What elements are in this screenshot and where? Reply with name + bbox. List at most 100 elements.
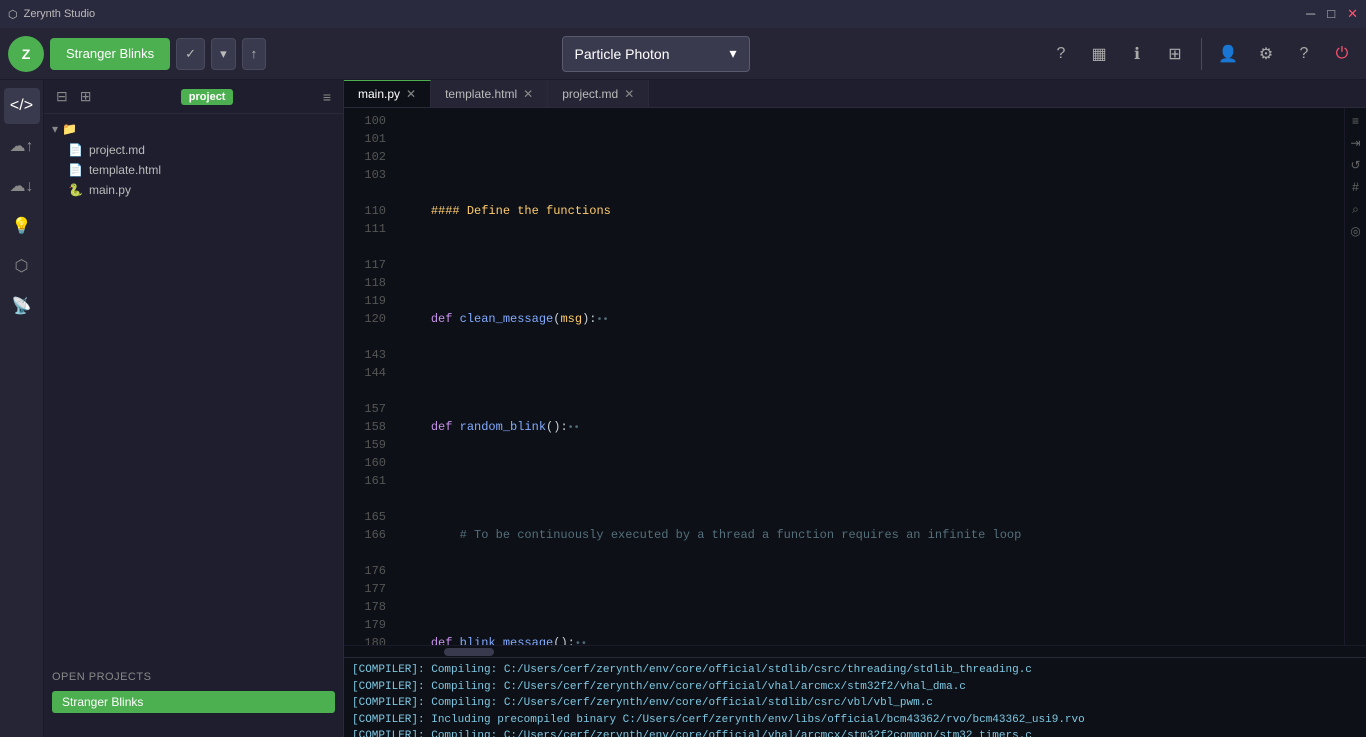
line-numbers: 100 101 102 103 110 111 117 118 119 120 … — [344, 108, 394, 645]
console-line-5: [COMPILER]: Compiling: C:/Users/cerf/zer… — [352, 728, 1358, 737]
sidebar-item-cloud-up[interactable]: ☁↑ — [4, 128, 40, 164]
terminal-button[interactable]: ▦ — [1083, 38, 1115, 70]
tab-mainpy[interactable]: main.py ✕ — [344, 80, 431, 107]
editor-tabs: main.py ✕ template.html ✕ project.md ✕ — [344, 80, 1366, 108]
puzzle-icon: ⬡ — [15, 256, 29, 276]
file-icon-html: 📄 — [68, 163, 83, 177]
code-line: def blink_message():•• — [402, 634, 1336, 645]
tab-close-templatehtml[interactable]: ✕ — [523, 87, 533, 101]
filetree-header-icons: ⊟ ⊞ — [52, 86, 95, 107]
sidebar-icons: </> ☁↑ ☁↓ 💡 ⬡ 📡 — [0, 80, 44, 737]
titlebar-controls[interactable]: ─ □ ✕ — [1306, 6, 1358, 22]
upload-button[interactable]: ↑ — [242, 38, 267, 70]
minimize-button[interactable]: ─ — [1306, 6, 1315, 22]
minimap-pin-button[interactable]: ◎ — [1347, 222, 1365, 240]
code-line — [402, 472, 1336, 490]
power-button[interactable]: ⏻ — [1326, 38, 1358, 70]
bulb-icon: 💡 — [12, 216, 32, 236]
code-line — [402, 580, 1336, 598]
package-button[interactable]: ⊞ — [1159, 38, 1191, 70]
sidebar-item-code[interactable]: </> — [4, 88, 40, 124]
upload-icon: ↑ — [251, 46, 258, 61]
app-title: Zerynth Studio — [24, 8, 96, 20]
console-line-4: [COMPILER]: Including precompiled binary… — [352, 712, 1358, 729]
minimap-indent-button[interactable]: ⇥ — [1347, 134, 1365, 152]
editor-area: main.py ✕ template.html ✕ project.md ✕ 1… — [344, 80, 1366, 737]
main-content: </> ☁↑ ☁↓ 💡 ⬡ 📡 ⊟ ⊞ project ≡ — [0, 80, 1366, 737]
tab-label-projectmd: project.md — [562, 87, 618, 101]
logo-button[interactable]: Z — [8, 36, 44, 72]
device-dropdown-icon: ▾ — [730, 45, 737, 62]
horizontal-scroll-thumb[interactable] — [444, 648, 494, 656]
toolbar-right-icons: ? ▦ ℹ ⊞ 👤 ⚙ ? ⏻ — [1045, 38, 1358, 70]
horizontal-scrollbar[interactable] — [344, 645, 1366, 657]
sidebar-item-bulb[interactable]: 💡 — [4, 208, 40, 244]
tree-folder-root[interactable]: ▾ 📁 — [44, 118, 343, 140]
help-circle-button[interactable]: ? — [1045, 38, 1077, 70]
device-selector-wrapper: Particle Photon ▾ — [272, 36, 1039, 72]
help-button[interactable]: ? — [1288, 38, 1320, 70]
check-icon: ✓ — [185, 46, 196, 62]
minimap-search-button[interactable]: ⌕ — [1347, 200, 1365, 218]
minimap-list-button[interactable]: ≡ — [1347, 112, 1365, 130]
file-name-mainpy: main.py — [89, 183, 131, 197]
tab-close-mainpy[interactable]: ✕ — [406, 87, 416, 101]
info-button[interactable]: ℹ — [1121, 38, 1153, 70]
filetree-header: ⊟ ⊞ project ≡ — [44, 80, 343, 114]
code-content[interactable]: #### Define the functions def clean_mess… — [394, 108, 1344, 645]
settings-button[interactable]: ⚙ — [1250, 38, 1282, 70]
device-name: Particle Photon — [575, 46, 670, 62]
minimap-panel: ≡ ⇥ ↺ # ⌕ ◎ — [1344, 108, 1366, 645]
code-line — [402, 364, 1336, 382]
titlebar-left: ⬡ Zerynth Studio — [8, 8, 95, 21]
code-line: #### Define the functions — [402, 202, 1336, 220]
file-tree-panel: ⊟ ⊞ project ≡ ▾ 📁 📄 project.md 📄 templat… — [44, 80, 344, 737]
expand-all-button[interactable]: ⊞ — [76, 86, 96, 107]
minimap-refresh-button[interactable]: ↺ — [1347, 156, 1365, 174]
tree-item-projectmd[interactable]: 📄 project.md — [44, 140, 343, 160]
tab-close-projectmd[interactable]: ✕ — [624, 87, 634, 101]
sidebar-item-puzzle[interactable]: ⬡ — [4, 248, 40, 284]
console-line-2: [COMPILER]: Compiling: C:/Users/cerf/zer… — [352, 679, 1358, 696]
toolbar: Z Stranger Blinks ✓ ▾ ↑ Particle Photon … — [0, 28, 1366, 80]
code-icon: </> — [10, 97, 33, 115]
code-line — [402, 256, 1336, 274]
tree-item-mainpy[interactable]: 🐍 main.py — [44, 180, 343, 200]
tab-label-templatehtml: template.html — [445, 87, 517, 101]
sidebar-item-rss[interactable]: 📡 — [4, 288, 40, 324]
tab-templatehtml[interactable]: template.html ✕ — [431, 80, 548, 107]
file-name-templatehtml: template.html — [89, 163, 161, 177]
cloud-download-icon: ☁↓ — [10, 176, 34, 196]
dropdown-button[interactable]: ▾ — [211, 38, 236, 70]
separator — [1201, 38, 1202, 70]
project-label: project — [181, 89, 234, 105]
file-icon-md: 📄 — [68, 143, 83, 157]
minimap-hash-button[interactable]: # — [1347, 178, 1365, 196]
console-line-1: [COMPILER]: Compiling: C:/Users/cerf/zer… — [352, 662, 1358, 679]
sidebar-item-cloud-down[interactable]: ☁↓ — [4, 168, 40, 204]
collapse-all-button[interactable]: ⊟ — [52, 86, 72, 107]
titlebar: ⬡ Zerynth Studio ─ □ ✕ — [0, 0, 1366, 28]
verify-button[interactable]: ✓ — [176, 38, 205, 70]
maximize-button[interactable]: □ — [1327, 6, 1335, 22]
app-icon: ⬡ — [8, 8, 18, 21]
tab-projectmd[interactable]: project.md ✕ — [548, 80, 649, 107]
filetree-menu-button[interactable]: ≡ — [319, 87, 335, 107]
code-line — [402, 148, 1336, 166]
project-name-button[interactable]: Stranger Blinks — [50, 38, 170, 70]
folder-icon: 📁 — [62, 122, 77, 136]
tree-item-templatehtml[interactable]: 📄 template.html — [44, 160, 343, 180]
code-line: # To be continuously executed by a threa… — [402, 526, 1336, 544]
file-name-projectmd: project.md — [89, 143, 145, 157]
user-button[interactable]: 👤 — [1212, 38, 1244, 70]
code-line: def random_blink():•• — [402, 418, 1336, 436]
cloud-upload-icon: ☁↑ — [10, 136, 34, 156]
file-tree-body: ▾ 📁 📄 project.md 📄 template.html 🐍 main.… — [44, 114, 343, 204]
open-project-item[interactable]: Stranger Blinks — [52, 691, 335, 713]
device-selector[interactable]: Particle Photon ▾ — [562, 36, 750, 72]
rss-icon: 📡 — [12, 296, 32, 316]
open-projects-label: Open Projects — [44, 663, 343, 687]
code-editor[interactable]: 100 101 102 103 110 111 117 118 119 120 … — [344, 108, 1366, 645]
code-line: def clean_message(msg):•• — [402, 310, 1336, 328]
close-button[interactable]: ✕ — [1347, 6, 1358, 22]
